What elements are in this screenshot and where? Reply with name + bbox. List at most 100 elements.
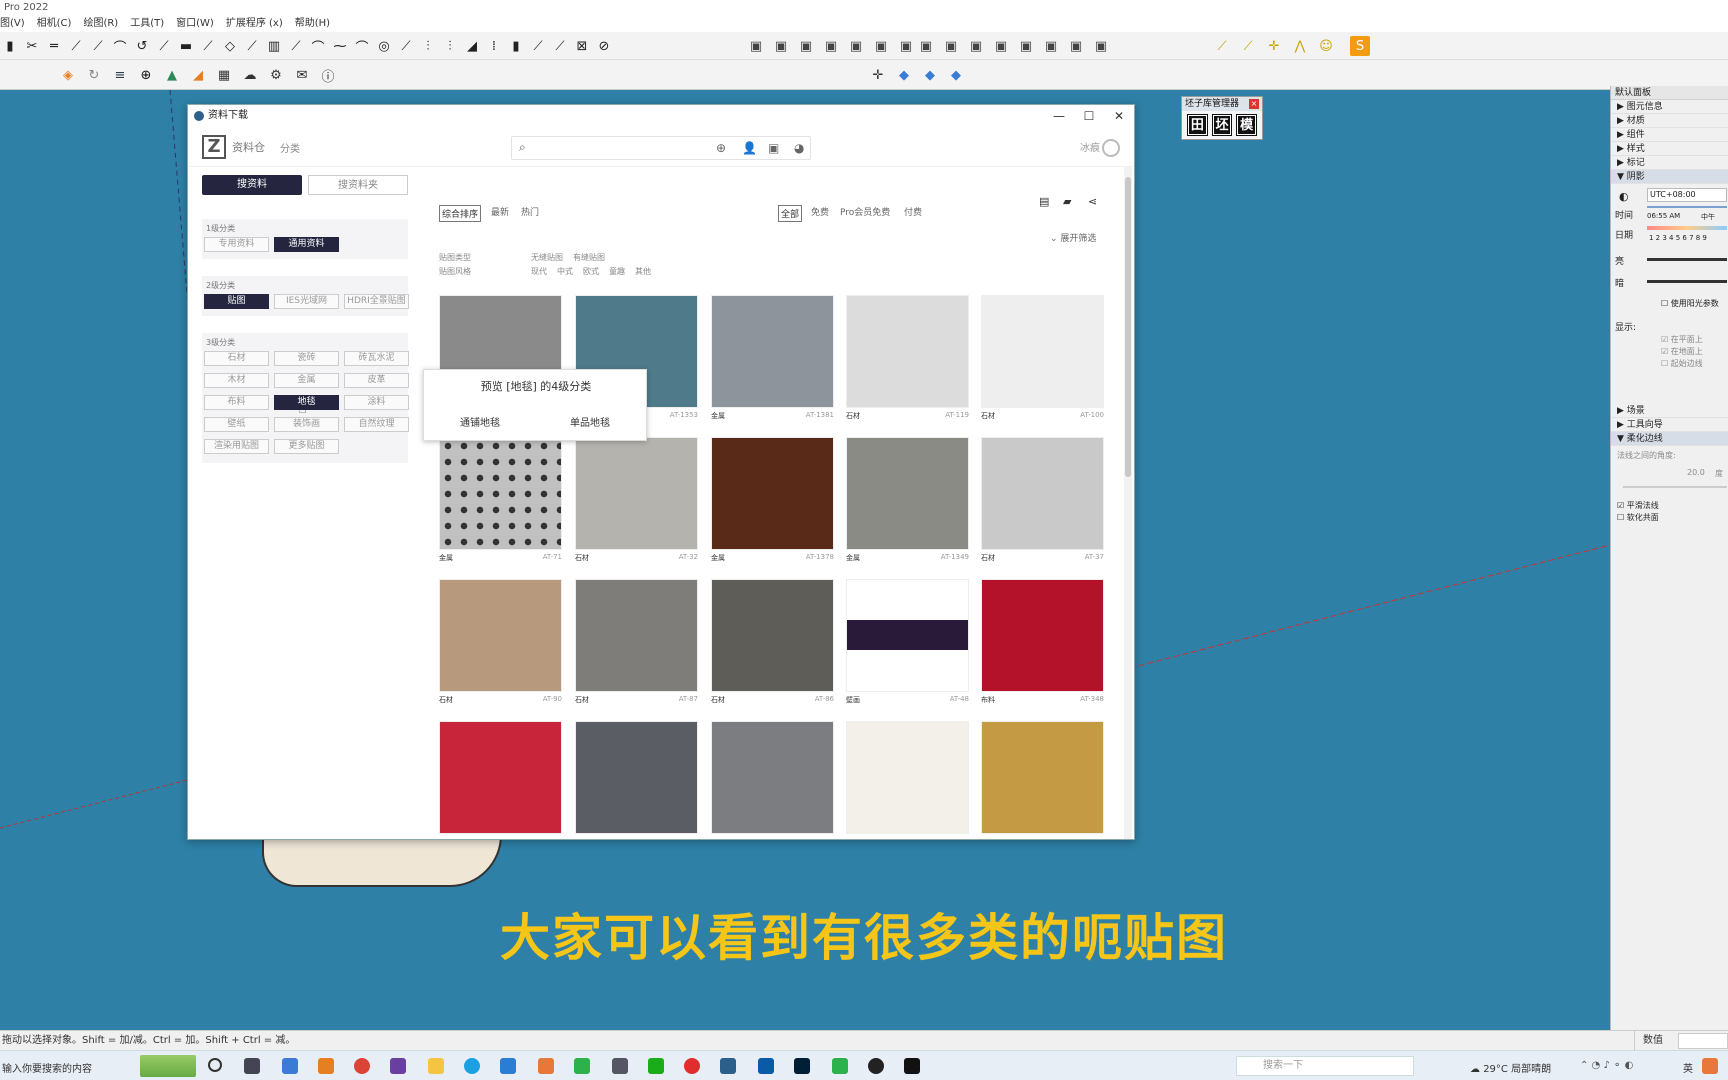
component-btn-1[interactable]: 田 xyxy=(1187,114,1208,136)
toolbar2-icon[interactable]: ◢ xyxy=(188,65,208,85)
section-materials[interactable]: ▶ 材质 xyxy=(1611,114,1728,128)
app-purple-icon[interactable] xyxy=(390,1058,406,1074)
tag-seamless[interactable]: 无缝贴图 xyxy=(531,252,563,263)
toolbar-tool-icon[interactable]: ⟋ xyxy=(528,36,548,56)
menu-tools[interactable]: 工具(T) xyxy=(130,16,164,32)
search-box[interactable]: ⌕ ⊕ 👤 ▣ ◕ xyxy=(511,136,811,160)
chip-decor-painting[interactable]: 装饰画 xyxy=(274,417,339,432)
material-tile[interactable] xyxy=(711,295,834,408)
chip-stone[interactable]: 石材 xyxy=(204,351,269,366)
user-info[interactable]: 冰痕 xyxy=(1080,139,1120,157)
toolbar-tool-icon[interactable]: ⟋ xyxy=(550,36,570,56)
chip-exclusive[interactable]: 专用资料 xyxy=(204,237,269,252)
toolbar2-icon[interactable]: ✉ xyxy=(292,65,312,85)
recorder-icon[interactable] xyxy=(868,1058,884,1074)
chip-wallpaper[interactable]: 壁纸 xyxy=(204,417,269,432)
scroll-thumb[interactable] xyxy=(1125,177,1131,477)
sort-popular[interactable]: 热门 xyxy=(521,205,539,218)
section-soften-edges[interactable]: ▼ 柔化边线 xyxy=(1611,432,1728,446)
chip-wood[interactable]: 木材 xyxy=(204,373,269,388)
material-tile[interactable] xyxy=(981,437,1104,550)
toolbar-tool-icon[interactable]: ⫶ xyxy=(440,36,460,56)
toolbar-tool-icon[interactable]: ⟋ xyxy=(66,36,86,56)
folder-icon[interactable]: ▰ xyxy=(1063,195,1071,208)
toolbar2-icon[interactable]: ☁ xyxy=(240,65,260,85)
menu-help[interactable]: 帮助(H) xyxy=(295,16,330,32)
material-tile[interactable] xyxy=(846,579,969,692)
toolbar-plugin-icon[interactable]: ✛ xyxy=(1264,36,1284,56)
toolbar-tool-icon[interactable]: ⌒ xyxy=(352,36,372,56)
material-tile[interactable] xyxy=(575,721,698,834)
toolbar-view-icon[interactable]: ▣ xyxy=(796,36,816,56)
price-pro-free[interactable]: Pro会员免费 xyxy=(840,205,890,218)
light-slider[interactable] xyxy=(1647,258,1727,261)
view-mode-icon[interactable]: ✛ xyxy=(868,65,888,85)
toolbar-view-icon[interactable]: ▣ xyxy=(941,36,961,56)
toolbar-view-icon[interactable]: ▣ xyxy=(871,36,891,56)
use-sun-checkbox[interactable]: ☐ 使用阳光参数 xyxy=(1661,298,1719,309)
toolbar-tool-icon[interactable]: ⁓ xyxy=(330,36,350,56)
menu-extensions[interactable]: 扩展程序 (x) xyxy=(226,16,283,32)
toolbar-tool-icon[interactable]: ✂ xyxy=(22,36,42,56)
measurement-box[interactable]: 数值 xyxy=(1634,1031,1728,1051)
toolbar-tool-icon[interactable]: ◢ xyxy=(462,36,482,56)
toolbar-tool-icon[interactable]: ◎ xyxy=(374,36,394,56)
section-shadows[interactable]: ▼ 阴影 xyxy=(1611,170,1728,184)
material-tile[interactable] xyxy=(575,579,698,692)
section-entity-info[interactable]: ▶ 图元信息 xyxy=(1611,100,1728,114)
smooth-normals-checkbox[interactable]: ☑ 平滑法线 xyxy=(1617,500,1659,511)
toolbar-tool-icon[interactable]: ▮ xyxy=(0,36,20,56)
price-free[interactable]: 免费 xyxy=(811,205,829,218)
component-btn-2[interactable]: 坯 xyxy=(1211,114,1233,136)
cortana-icon[interactable] xyxy=(208,1058,222,1072)
section-instructor[interactable]: ▶ 工具向导 xyxy=(1611,418,1728,432)
toolbar-view-icon[interactable]: ▣ xyxy=(896,36,916,56)
target-icon[interactable]: ⊕ xyxy=(716,141,726,155)
plugin-s-icon[interactable]: S xyxy=(1350,36,1370,56)
wechat-icon[interactable] xyxy=(648,1058,664,1074)
edge-icon[interactable] xyxy=(464,1058,480,1074)
toolbar-tool-icon[interactable]: ⌒ xyxy=(308,36,328,56)
chip-general[interactable]: 通用资料 xyxy=(274,237,339,252)
minimize-icon[interactable]: — xyxy=(1044,105,1074,127)
search-icon[interactable]: ⌕ xyxy=(519,140,526,155)
toolbar-tool-icon[interactable]: ⟋ xyxy=(198,36,218,56)
material-tile[interactable] xyxy=(981,295,1104,408)
toolbar2-icon[interactable]: ↻ xyxy=(84,65,104,85)
toolbar-tool-icon[interactable]: ▮ xyxy=(506,36,526,56)
toolbar2-icon[interactable]: ▦ xyxy=(214,65,234,85)
photoshop-icon[interactable] xyxy=(794,1058,810,1074)
toolbar-view-icon[interactable]: ▣ xyxy=(771,36,791,56)
view-mode-icon[interactable]: ◆ xyxy=(946,65,966,85)
user-icon[interactable]: 👤 xyxy=(742,141,757,155)
id-card-icon[interactable]: ▤ xyxy=(1039,195,1049,208)
chip-render-texture[interactable]: 渲染用贴图 xyxy=(204,439,269,454)
sort-comprehensive[interactable]: 综合排序 xyxy=(439,205,482,222)
tag-kids[interactable]: 童趣 xyxy=(609,266,625,277)
material-tile[interactable] xyxy=(711,579,834,692)
toolbar-tool-icon[interactable]: ▬ xyxy=(176,36,196,56)
toolbar-tool-icon[interactable]: ⊠ xyxy=(572,36,592,56)
sort-newest[interactable]: 最新 xyxy=(491,205,509,218)
from-edges-checkbox[interactable]: ☐ 起始边线 xyxy=(1661,358,1703,369)
tab-search-set[interactable]: 搜资料夹 xyxy=(308,175,408,195)
toolbar2-icon[interactable]: ≡ xyxy=(110,65,130,85)
material-tile[interactable] xyxy=(575,437,698,550)
weather-widget[interactable]: ☁ 29°C 局部晴朗 xyxy=(1470,1060,1551,1075)
green-app-icon[interactable] xyxy=(574,1058,590,1074)
date-slider[interactable] xyxy=(1647,226,1727,230)
taskbar-search-box[interactable]: 搜索一下 xyxy=(1236,1056,1414,1076)
toolbar-tool-icon[interactable]: ⌒ xyxy=(110,36,130,56)
menu-camera[interactable]: 相机(C) xyxy=(37,16,72,32)
dark-slider[interactable] xyxy=(1647,280,1727,283)
task-view-icon[interactable] xyxy=(244,1058,260,1074)
tag-other[interactable]: 其他 xyxy=(635,266,651,277)
material-tile[interactable] xyxy=(846,721,969,834)
sketchup-icon[interactable] xyxy=(720,1058,736,1074)
chip-tile[interactable]: 瓷砖 xyxy=(274,351,339,366)
material-tile[interactable] xyxy=(981,721,1104,834)
toolbar-view-icon[interactable]: ▣ xyxy=(991,36,1011,56)
spreadsheet-icon[interactable] xyxy=(832,1058,848,1074)
toolbar-view-icon[interactable]: ▣ xyxy=(1091,36,1111,56)
toolbar-plugin-icon[interactable]: ⟋ xyxy=(1212,36,1232,56)
